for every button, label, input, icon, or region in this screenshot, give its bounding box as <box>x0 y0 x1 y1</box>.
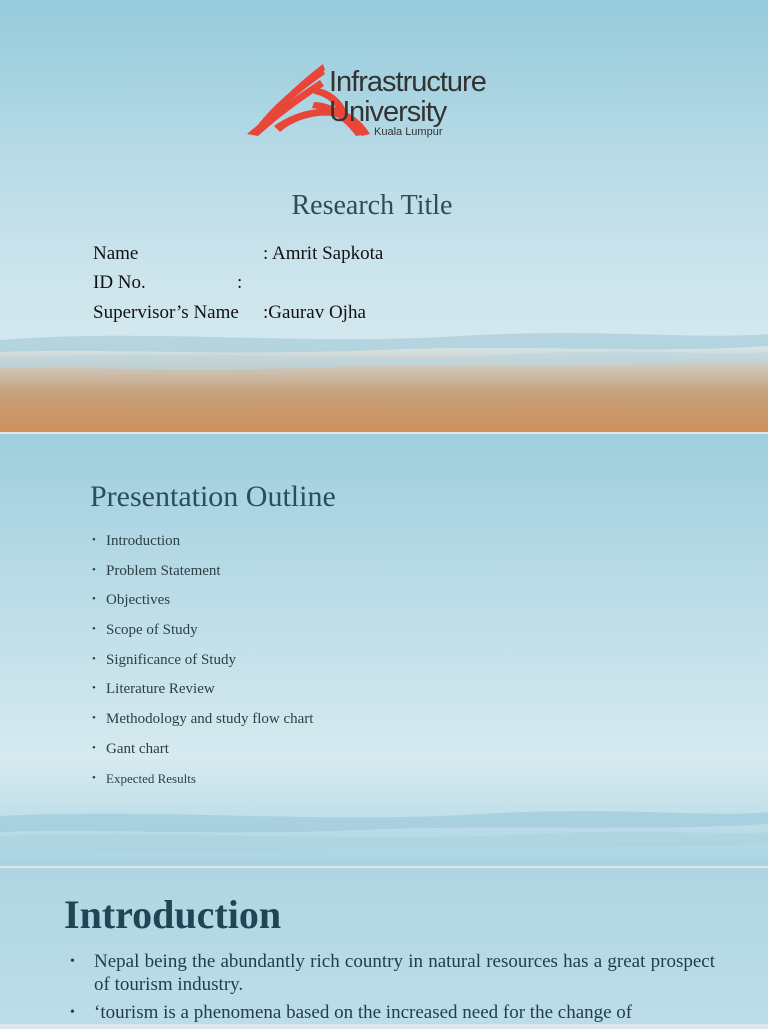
info-value: : Amrit Sapkota <box>263 243 384 264</box>
research-title: Research Title <box>291 190 453 221</box>
info-label: ID No. <box>93 272 146 293</box>
list-item: • Methodology and study flow chart <box>92 711 314 728</box>
info-label: Name <box>93 243 139 264</box>
bullet-icon: • <box>92 741 96 754</box>
list-item: • Introduction <box>92 533 181 549</box>
list-item: • ‘tourism is a phenomena based on the in… <box>70 1002 633 1023</box>
bullet-icon: • <box>70 1005 75 1020</box>
list-item: • Scope of Study <box>92 622 198 639</box>
wave-decoration <box>0 811 768 852</box>
outline-title: Presentation Outline <box>90 480 336 513</box>
list-item: • Gant chart <box>92 740 169 757</box>
logo-text-line1: Infrastructure <box>329 66 487 98</box>
bullet-icon: • <box>92 623 96 636</box>
introduction-bullets: • Nepal being the abundantly rich country… <box>70 950 715 1029</box>
introduction-title: Introduction <box>64 892 282 937</box>
list-item: • Expected Results <box>92 770 196 786</box>
info-label: Supervisor’s Name <box>93 302 239 323</box>
info-value: : <box>237 272 243 293</box>
wave-decoration <box>0 333 768 370</box>
bullet-icon: • <box>92 771 96 784</box>
logo-text-line3: Kuala Lumpur <box>374 126 443 138</box>
bullet-icon: • <box>92 652 96 665</box>
list-item: • Significance of Study <box>92 651 236 668</box>
outline-list: • Introduction • Problem Statement • Object… <box>92 533 313 800</box>
bullet-icon: • <box>70 954 75 969</box>
list-item: • Literature Review <box>92 681 215 698</box>
info-row-name: Name : Amrit Sapkota <box>93 243 383 264</box>
logo-text-line2: University <box>329 96 447 128</box>
list-item: • Nepal being the abundantly rich country… <box>70 951 715 995</box>
info-row-supervisor: Supervisor’s Name :Gaurav Ojha <box>93 302 366 323</box>
bullet-icon: • <box>92 593 96 606</box>
info-value: :Gaurav Ojha <box>263 302 366 323</box>
bullet-icon: • <box>92 712 96 725</box>
bullet-icon: • <box>92 534 96 546</box>
bullet-icon: • <box>92 682 96 695</box>
info-row-id: ID No. : <box>93 272 242 293</box>
list-item: • Objectives <box>92 592 171 609</box>
bullet-icon: • <box>92 563 96 576</box>
list-item: • Problem Statement <box>92 562 221 579</box>
